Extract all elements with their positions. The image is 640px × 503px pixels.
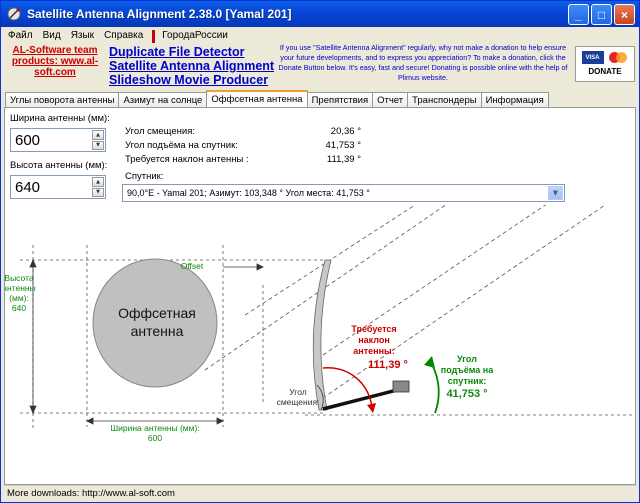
mastercard-icon <box>606 51 629 64</box>
satellite-select[interactable]: 90,0°E - Yamal 201; Азимут: 103,348 ° Уг… <box>122 184 565 202</box>
menu-language[interactable]: Язык <box>66 28 99 43</box>
height-input[interactable]: 640 <box>15 179 40 196</box>
width-stepper[interactable]: 600 ▲ ▼ <box>10 128 106 152</box>
title-bar[interactable]: Satellite Antenna Alignment 2.38.0 [Yama… <box>1 1 639 27</box>
satellite-selected-value: 90,0°E - Yamal 201; Азимут: 103,348 ° Уг… <box>127 188 370 198</box>
elevation-label: Угол подъёма на спутник: <box>125 140 238 151</box>
menu-cities[interactable]: ГородаРоссии <box>157 28 233 43</box>
lnb-converter <box>392 380 410 393</box>
height-stepper[interactable]: 640 ▲ ▼ <box>10 175 106 199</box>
elevation-label-line-1: Угол <box>457 354 477 364</box>
offset-dimension-arrow <box>223 263 264 271</box>
tilt-label: Требуется наклон антенны : <box>125 154 249 165</box>
chevron-down-icon[interactable]: ▼ <box>548 186 563 200</box>
menu-bar: Файл Вид Язык Справка ГородаРоссии <box>3 28 233 43</box>
tilt-label-line-1: Требуется <box>351 324 396 334</box>
elevation-value-label: 41,753 ° <box>446 388 487 400</box>
tilt-arrowhead <box>367 403 376 413</box>
menu-file[interactable]: Файл <box>3 28 38 43</box>
tilt-label-line-3: антенны: <box>353 346 394 356</box>
tab-transponders[interactable]: Транспондеры <box>407 92 482 107</box>
donate-text: If you use "Satellite Antenna Alignment"… <box>278 43 568 82</box>
width-label-line-2: 600 <box>148 433 162 443</box>
elevation-label-line-3: спутник: <box>448 376 486 386</box>
offset-angle-label-line-2: смещения: <box>277 397 320 407</box>
link-satellite-antenna-alignment[interactable]: Satellite Antenna Alignment <box>109 59 274 73</box>
promo-links: Duplicate File Detector Satellite Antenn… <box>109 45 274 87</box>
minimize-button[interactable]: _ <box>568 4 589 25</box>
height-label: Высота антенны (мм): <box>10 160 108 171</box>
tilt-label-line-2: наклон <box>358 335 390 345</box>
donate-button[interactable]: VISA DONATE <box>575 46 635 82</box>
tab-information[interactable]: Информация <box>480 92 549 107</box>
width-up-arrow-icon[interactable]: ▲ <box>92 130 104 140</box>
menu-help[interactable]: Справка <box>99 28 148 43</box>
width-input[interactable]: 600 <box>15 132 40 149</box>
tab-offset-antenna[interactable]: Оффсетная антенна <box>206 90 308 107</box>
height-label-line-4: 640 <box>12 303 26 313</box>
height-label-line-3: (мм): <box>9 293 29 303</box>
tab-rotation-angles[interactable]: Углы поворота антенны <box>5 92 120 107</box>
width-label: Ширина антенны (мм): <box>10 113 110 124</box>
al-software-link[interactable]: AL-Software team products: www.al-soft.c… <box>7 45 103 78</box>
tilt-value-label: 111,39 ° <box>368 359 408 371</box>
width-down-arrow-icon[interactable]: ▼ <box>92 140 104 150</box>
offset-angle-label: Угол смещения: <box>125 126 196 137</box>
beam-guide-lines <box>204 205 606 403</box>
width-label-line-1: Ширина антенны (мм): <box>110 423 199 433</box>
dish-label-line-2: антенна <box>131 323 184 339</box>
height-up-arrow-icon[interactable]: ▲ <box>92 177 104 187</box>
status-bar: More downloads: http://www.al-soft.com <box>3 485 637 501</box>
satellite-icon <box>6 6 22 22</box>
offset-antenna-diagram: Высота антенны (мм): 640 Offset Ширина а… <box>5 205 635 443</box>
dish-side-profile <box>312 259 332 411</box>
elevation-arrowhead <box>424 356 435 368</box>
link-slideshow-movie-producer[interactable]: Slideshow Movie Producer <box>109 73 274 87</box>
elevation-value: 41,753 ° <box>325 140 362 151</box>
link-duplicate-file-detector[interactable]: Duplicate File Detector <box>109 45 274 59</box>
offset-angle-value: 20,36 ° <box>330 126 361 137</box>
donate-label: DONATE <box>588 67 622 76</box>
height-label-line-2: антенны <box>5 283 36 293</box>
tab-report[interactable]: Отчет <box>372 92 409 107</box>
app-window: Satellite Antenna Alignment 2.38.0 [Yama… <box>0 0 640 503</box>
tilt-value: 111,39 ° <box>326 154 361 165</box>
dish-label-line-1: Оффсетная <box>118 305 196 321</box>
visa-icon: VISA <box>581 51 604 64</box>
elevation-arc <box>429 360 440 414</box>
height-down-arrow-icon[interactable]: ▼ <box>92 187 104 197</box>
elevation-label-line-2: подъёма на <box>441 365 494 375</box>
offset-angle-label-line-1: Угол <box>289 387 306 397</box>
offset-label: Offset <box>181 261 204 271</box>
menu-separator <box>152 30 156 43</box>
mount-arm <box>322 387 402 411</box>
maximize-button[interactable]: □ <box>591 4 612 25</box>
satellite-label: Спутник: <box>125 171 164 182</box>
close-button[interactable]: × <box>614 4 635 25</box>
tab-strip: Углы поворота антенны Азимут на солнце О… <box>5 90 549 107</box>
tab-obstacles[interactable]: Препятствия <box>306 92 374 107</box>
tab-sun-azimuth[interactable]: Азимут на солнце <box>118 92 208 107</box>
window-title: Satellite Antenna Alignment 2.38.0 [Yama… <box>27 7 292 21</box>
menu-view[interactable]: Вид <box>38 28 66 43</box>
height-label-line-1: Высота <box>5 273 34 283</box>
